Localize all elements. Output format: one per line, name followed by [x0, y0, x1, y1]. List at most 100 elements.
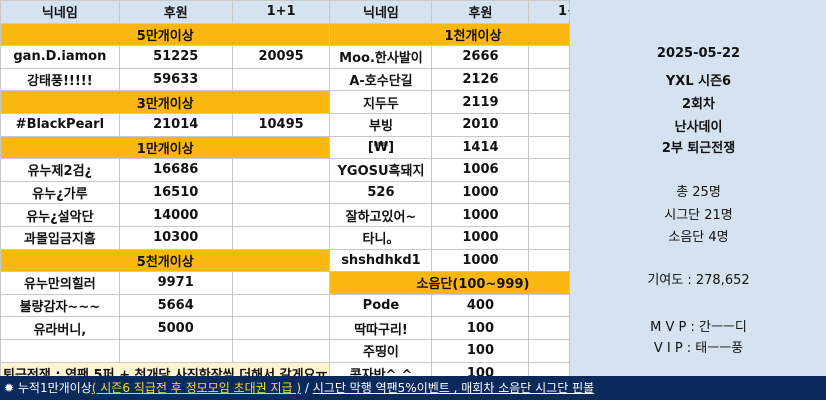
header-nickname-left: 닉네임: [0, 0, 120, 24]
donor-name: Pode: [329, 293, 433, 318]
donor-name: 주띵이: [329, 338, 433, 363]
table-row: 주띵이 100: [0, 338, 617, 363]
tier-band-5k: 5천개이상: [0, 248, 331, 273]
table-row: 유누제2검¿ 16686 YGOSU흑돼지 1006: [0, 158, 617, 182]
table-row: #BlackPearl 21014 10495 부빙 2010: [0, 112, 617, 137]
tier-band-50k: 5만개이상: [0, 22, 331, 47]
donor-amount: 1000: [431, 225, 530, 250]
donor-amount: 5000: [118, 316, 233, 340]
soeum-count: 소음단 4명: [668, 230, 729, 245]
donor-name: 강태풍!!!!!: [0, 67, 120, 92]
table-row: 유라버니, 5000 딱따구리! 100: [0, 316, 617, 340]
footer-separator: /: [301, 381, 313, 395]
donation-board: 닉네임 후원 1+1 닉네임 후원 1+1 5만개이상 1천개이상 gan.D.…: [0, 0, 826, 400]
donor-amount: 51225: [118, 45, 233, 69]
donor-amount: 2126: [431, 67, 530, 92]
footer-lead: 누적1만개이상: [14, 381, 92, 395]
donor-name: 딱따구리!: [329, 316, 433, 340]
table-row: 과몰입금지흠 10300 타니。 1000: [0, 225, 617, 250]
season-title: YXL 시즌6: [665, 74, 732, 89]
vip-label: V I P : 태ㅡㅡ풍: [653, 341, 744, 356]
donor-amount: 16510: [118, 180, 233, 205]
donor-amount: 16686: [118, 158, 233, 182]
table-row: 5천개이상 shshdhkd1 1000: [0, 248, 617, 273]
header-nickname-right: 닉네임: [329, 0, 433, 24]
donor-name: 유누제2검¿: [0, 158, 120, 182]
tier-band-10k: 1만개이상: [0, 135, 331, 160]
star-icon: ✹: [4, 381, 15, 395]
donor-amount: 1000: [431, 248, 530, 273]
donor-amount: 100: [431, 316, 530, 340]
contribution-total: 기여도 : 278,652: [647, 273, 750, 288]
donor-amount: 2666: [431, 45, 530, 69]
donor-name: [₩]: [329, 135, 433, 160]
donor-name: gan.D.iamon: [0, 45, 120, 69]
summary-panel: 2025-05-22 YXL 시즌6 2회차 난사데이 2부 퇴근전쟁 총 25…: [569, 0, 826, 376]
event-name: 난사데이: [674, 120, 723, 135]
footer-banner: ✹ 누적1만개이상( 시즌6 직급전 후 정모모임 초대권 지급 ) / 시그단…: [0, 376, 826, 400]
donor-name: YGOSU흑돼지: [329, 158, 433, 182]
footer-rest: 시그단 막행 역팬5%이벤트 , 매회차 소음단 시그단 핀볼: [312, 381, 595, 395]
donor-name: 과몰입금지흠: [0, 225, 120, 250]
donation-table: 닉네임 후원 1+1 닉네임 후원 1+1 5만개이상 1천개이상 gan.D.…: [0, 0, 617, 386]
footer-highlight: ( 시즌6 직급전 후 정모모임 초대권 지급 ): [91, 381, 302, 395]
tier-band-30k: 3만개이상: [0, 90, 331, 114]
table-row: gan.D.iamon 51225 20095 Moo.한사발이 2666: [0, 45, 617, 69]
table-row: 강태풍!!!!! 59633 A-호수단길 2126: [0, 67, 617, 92]
donor-amount: 9971: [118, 271, 233, 295]
donor-bonus: [231, 203, 331, 227]
table-row: 5만개이상 1천개이상: [0, 22, 617, 47]
total-count: 총 25명: [676, 185, 721, 200]
round-label: 2회차: [682, 97, 715, 112]
donor-bonus: [231, 271, 331, 295]
empty-cell: [0, 338, 120, 363]
empty-cell: [231, 338, 331, 363]
table-row: 유누만의힐러 9971 소음단(100~999): [0, 271, 617, 295]
donor-name: 불량감자~~~: [0, 293, 120, 318]
donor-name: 526: [329, 180, 433, 205]
donor-amount: 14000: [118, 203, 233, 227]
donor-bonus: 20095: [231, 45, 331, 69]
donor-amount: 1000: [431, 203, 530, 227]
donor-name: 잘하고있어~: [329, 203, 433, 227]
table-row: 유누¿가루 16510 526 1000: [0, 180, 617, 205]
header-bonus-left: 1+1: [231, 0, 331, 24]
donor-bonus: [231, 293, 331, 318]
donor-name: 유라버니,: [0, 316, 120, 340]
donor-bonus: [231, 180, 331, 205]
table-row: 불량감자~~~ 5664 Pode 400: [0, 293, 617, 318]
donor-name: 유누¿설악단: [0, 203, 120, 227]
donor-bonus: [231, 316, 331, 340]
part-title: 2부 퇴근전쟁: [661, 141, 736, 156]
donor-amount: 2119: [431, 90, 530, 114]
donor-amount: 400: [431, 293, 530, 318]
donor-amount: 10300: [118, 225, 233, 250]
broadcast-date: 2025-05-22: [656, 46, 741, 61]
sigdan-count: 시그단 21명: [664, 208, 733, 223]
table-row: 3만개이상 지두두 2119: [0, 90, 617, 114]
donor-name: shshdhkd1: [329, 248, 433, 273]
header-row: 닉네임 후원 1+1 닉네임 후원 1+1: [0, 0, 617, 24]
donor-amount: 100: [431, 338, 530, 363]
donor-name: #BlackPearl: [0, 112, 120, 137]
donor-name: 타니。: [329, 225, 433, 250]
mvp-label: M V P : 간ㅡㅡ디: [650, 320, 747, 335]
donor-bonus: [231, 158, 331, 182]
donor-amount: 2010: [431, 112, 530, 137]
donor-amount: 1414: [431, 135, 530, 160]
donor-name: A-호수단길: [329, 67, 433, 92]
donor-name: 부빙: [329, 112, 433, 137]
donor-name: 지두두: [329, 90, 433, 114]
donor-amount: 59633: [118, 67, 233, 92]
donor-name: 유누¿가루: [0, 180, 120, 205]
donor-amount: 1000: [431, 180, 530, 205]
donor-bonus: [231, 67, 331, 92]
donor-name: 유누만의힐러: [0, 271, 120, 295]
donor-amount: 5664: [118, 293, 233, 318]
empty-cell: [118, 338, 233, 363]
donor-bonus: 10495: [231, 112, 331, 137]
donor-bonus: [231, 225, 331, 250]
header-donation-left: 후원: [118, 0, 233, 24]
header-donation-right: 후원: [431, 0, 530, 24]
donor-name: Moo.한사발이: [329, 45, 433, 69]
